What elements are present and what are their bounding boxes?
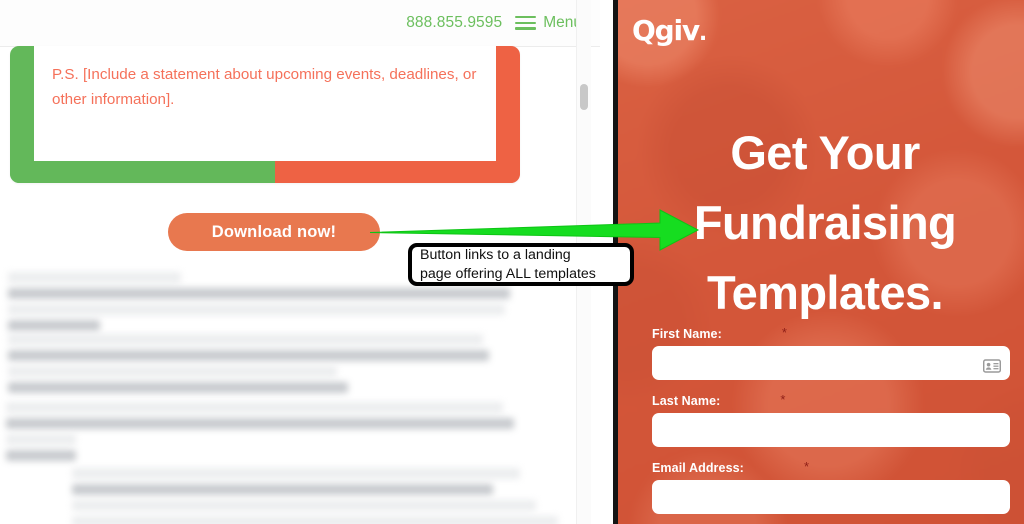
field-first-name: First Name: *: [652, 325, 1010, 380]
email-address-input[interactable]: [652, 480, 1010, 514]
email-header-bar: 888.855.9595 Menu: [0, 0, 600, 47]
annotation-callout: Button links to a landing page offering …: [408, 243, 634, 286]
ps-card: P.S. [Include a statement about upcoming…: [10, 46, 520, 183]
ps-card-bottom-green: [10, 161, 275, 183]
redacted-line: [72, 484, 493, 495]
redacted-line: [8, 320, 100, 331]
screenshot-stage: 888.855.9595 Menu P.S. [Include a statem…: [0, 0, 1024, 524]
field-last-name-required: *: [780, 392, 786, 407]
first-name-input[interactable]: [652, 346, 1010, 380]
field-last-name: Last Name: *: [652, 392, 1010, 447]
hamburger-icon[interactable]: [515, 16, 537, 30]
redacted-paragraph: [0, 468, 600, 524]
menu-button[interactable]: Menu: [515, 14, 582, 32]
field-first-name-label-row: First Name: *: [652, 325, 1010, 341]
headline-line-3: Templates.: [706, 266, 944, 319]
download-now-button[interactable]: Download now!: [168, 213, 380, 251]
redacted-line: [72, 500, 536, 511]
ps-card-bottom-orange: [275, 161, 520, 183]
field-email-label: Email Address:: [652, 461, 744, 475]
annotation-line-2: page offering ALL templates: [420, 265, 596, 282]
redacted-line: [8, 334, 483, 345]
field-first-name-input-wrap: [652, 346, 1010, 380]
field-email-input-wrap: [652, 480, 1010, 514]
ps-card-bottom-bar: [10, 161, 520, 183]
phone-number-link[interactable]: 888.855.9595: [406, 14, 502, 32]
landing-headline: Get Your Fundraising Templates.: [640, 118, 1010, 328]
redacted-line: [8, 272, 181, 283]
redacted-line: [8, 304, 505, 315]
field-first-name-label: First Name:: [652, 327, 722, 341]
redacted-line: [8, 288, 510, 299]
redacted-line: [8, 350, 489, 361]
field-last-name-input-wrap: [652, 413, 1010, 447]
ps-card-text: P.S. [Include a statement about upcoming…: [52, 66, 477, 108]
redacted-line: [6, 434, 76, 445]
redacted-line: [6, 402, 503, 413]
field-first-name-required: *: [781, 325, 787, 340]
field-last-name-label-row: Last Name: *: [652, 392, 1010, 408]
annotation-line-1: Button links to a landing: [420, 247, 571, 263]
redacted-line: [8, 366, 337, 377]
redacted-paragraph: [0, 334, 600, 398]
field-email-address: Email Address: *: [652, 459, 1010, 514]
qgiv-logo[interactable]: Qgiv.: [632, 14, 707, 47]
redacted-line: [6, 450, 76, 461]
redacted-line: [72, 516, 558, 524]
redacted-line: [72, 468, 520, 479]
redacted-line: [6, 418, 514, 429]
qgiv-logo-dot: .: [698, 21, 707, 46]
field-email-required: *: [803, 459, 810, 474]
redacted-line: [8, 382, 348, 393]
headline-line-1: Get Your: [730, 126, 920, 179]
redacted-paragraph: [0, 402, 600, 466]
left-pane-scrollbar-thumb[interactable]: [580, 84, 588, 110]
qgiv-logo-text: Qgiv: [632, 14, 700, 47]
contact-card-icon[interactable]: [983, 359, 1001, 373]
field-last-name-label: Last Name:: [652, 394, 721, 408]
last-name-input[interactable]: [652, 413, 1010, 447]
header-contact-group: 888.855.9595 Menu: [406, 0, 582, 46]
headline-line-2: Fundraising: [693, 196, 957, 249]
redacted-body-copy: [0, 272, 600, 524]
field-email-label-row: Email Address: *: [652, 459, 1010, 475]
